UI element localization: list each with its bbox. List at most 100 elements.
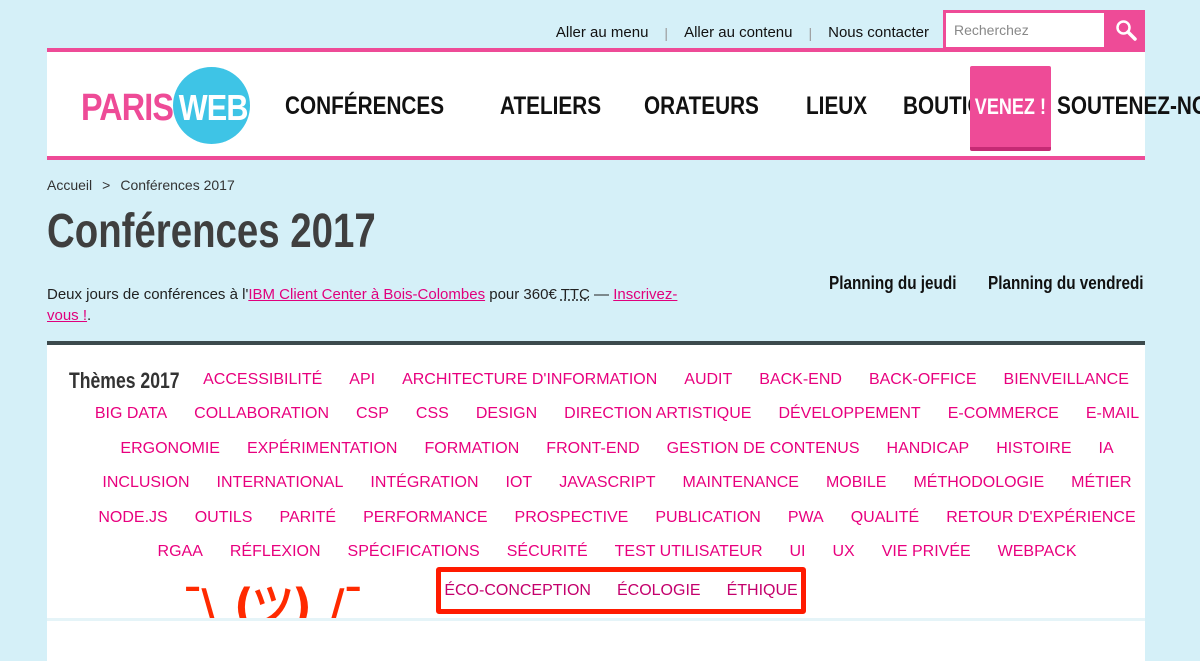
venez-button[interactable]: VENEZ ! <box>970 66 1051 151</box>
theme-tag[interactable]: SPÉCIFICATIONS <box>348 540 480 564</box>
breadcrumb-separator: > <box>102 177 111 193</box>
theme-tag[interactable]: HISTOIRE <box>996 437 1071 461</box>
theme-tag[interactable]: RETOUR D'EXPÉRIENCE <box>946 506 1135 530</box>
ttc-abbr: TTC <box>560 286 590 303</box>
themes-row: BIG DATA COLLABORATION CSP CSS DESIGN DIRECTI… <box>95 402 1139 436</box>
utility-separator: | <box>664 24 669 41</box>
theme-tag[interactable]: IA <box>1099 437 1114 461</box>
theme-tag[interactable]: DÉVELOPPEMENT <box>778 402 920 426</box>
theme-tag[interactable]: API <box>349 368 375 392</box>
theme-tag[interactable]: EXPÉRIMENTATION <box>247 437 398 461</box>
theme-tag[interactable]: INCLUSION <box>102 471 189 495</box>
theme-tag[interactable]: GESTION DE CONTENUS <box>667 437 860 461</box>
breadcrumb: Accueil > Conférences 2017 <box>47 177 235 193</box>
highlight-annotation-box: ÉCO-CONCEPTION ÉCOLOGIE ÉTHIQUE <box>436 567 806 614</box>
theme-tag-highlighted[interactable]: ÉTHIQUE <box>727 579 798 603</box>
theme-tag[interactable]: FRONT-END <box>546 437 639 461</box>
nav-item-lieux[interactable]: LIEUX <box>806 92 867 121</box>
theme-tag[interactable]: RÉFLEXION <box>230 540 321 564</box>
theme-tag[interactable]: OUTILS <box>195 506 253 530</box>
theme-tag-highlighted[interactable]: ÉCO-CONCEPTION <box>444 579 591 603</box>
themes-row: NODE.JS OUTILS PARITÉ PERFORMANCE PROSPECTIV… <box>98 506 1135 540</box>
theme-tag[interactable]: MAINTENANCE <box>683 471 799 495</box>
theme-tag[interactable]: BIG DATA <box>95 402 167 426</box>
content-bottom <box>47 618 1145 661</box>
breadcrumb-home-link[interactable]: Accueil <box>47 177 92 193</box>
theme-tag[interactable]: E-MAIL <box>1086 402 1139 426</box>
utility-separator: | <box>808 24 813 41</box>
theme-tag[interactable]: VIE PRIVÉE <box>882 540 971 564</box>
themes-list: ACCESSIBILITÉ API ARCHITECTURE D'INFORMATI… <box>95 368 1139 574</box>
theme-tag[interactable]: IOT <box>506 471 533 495</box>
venue-link[interactable]: IBM Client Center à Bois-Colombes <box>248 286 485 303</box>
theme-tag[interactable]: MÉTHODOLOGIE <box>913 471 1044 495</box>
nav-item-conferences[interactable]: CONFÉRENCES <box>285 92 444 121</box>
utility-bar: Aller au menu | Aller au contenu | Nous … <box>47 10 1145 50</box>
theme-tag[interactable]: RGAA <box>158 540 203 564</box>
skip-to-menu-link[interactable]: Aller au menu <box>556 24 649 41</box>
theme-tag[interactable]: BACK-END <box>759 368 842 392</box>
search-form <box>943 10 1145 50</box>
theme-tag[interactable]: CSS <box>416 402 449 426</box>
theme-tag[interactable]: DIRECTION ARTISTIQUE <box>564 402 751 426</box>
theme-tag[interactable]: BIENVEILLANCE <box>1004 368 1129 392</box>
theme-tag[interactable]: PERFORMANCE <box>363 506 487 530</box>
nav-item-soutenez-nous[interactable]: SOUTENEZ-NOUS <box>1057 92 1200 121</box>
site-header: PARIS WEB CONFÉRENCES ATELIERS ORATEURS … <box>47 48 1200 160</box>
logo-text-paris: PARIS <box>81 87 174 129</box>
paris-web-logo[interactable]: PARIS WEB <box>81 65 251 145</box>
theme-tag[interactable]: ACCESSIBILITÉ <box>203 368 322 392</box>
theme-tag[interactable]: E-COMMERCE <box>948 402 1059 426</box>
themes-panel: Thèmes 2017 ACCESSIBILITÉ API ARCHITECTURE… <box>47 341 1145 633</box>
intro-suffix: . <box>87 307 92 324</box>
theme-tag[interactable]: QUALITÉ <box>851 506 919 530</box>
theme-tag[interactable]: DESIGN <box>476 402 537 426</box>
theme-tag[interactable]: SÉCURITÉ <box>507 540 588 564</box>
theme-tag[interactable]: PUBLICATION <box>655 506 761 530</box>
utility-links: Aller au menu | Aller au contenu | Nous … <box>556 24 929 41</box>
theme-tag[interactable]: INTERNATIONAL <box>217 471 344 495</box>
planning-thursday-link[interactable]: Planning du jeudi <box>829 273 957 294</box>
theme-tag[interactable]: PROSPECTIVE <box>515 506 629 530</box>
nav-item-orateurs[interactable]: ORATEURS <box>644 92 759 121</box>
theme-tag[interactable]: HANDICAP <box>887 437 970 461</box>
main-nav: CONFÉRENCES ATELIERS ORATEURS LIEUX BOUT… <box>285 92 1200 121</box>
logo-text-web: WEB <box>178 87 249 128</box>
themes-row: INCLUSION INTERNATIONAL INTÉGRATION IOT JAVA… <box>102 471 1131 505</box>
theme-tag[interactable]: JAVASCRIPT <box>559 471 655 495</box>
theme-tag[interactable]: CSP <box>356 402 389 426</box>
theme-tag[interactable]: MOBILE <box>826 471 886 495</box>
contact-link[interactable]: Nous contacter <box>828 24 929 41</box>
theme-tag[interactable]: UI <box>790 540 806 564</box>
breadcrumb-current: Conférences 2017 <box>120 177 235 193</box>
venez-button-label: VENEZ ! <box>974 93 1047 119</box>
themes-row: ERGONOMIE EXPÉRIMENTATION FORMATION FRONT-E… <box>117 437 1117 471</box>
intro-text: Deux jours de conférences à l'IBM Client… <box>47 284 697 326</box>
highlighted-themes: ÉCO-CONCEPTION ÉCOLOGIE ÉTHIQUE <box>441 572 801 609</box>
theme-tag[interactable]: TEST UTILISATEUR <box>615 540 763 564</box>
page-title: Conférences 2017 <box>47 205 376 258</box>
search-input[interactable] <box>946 13 1104 47</box>
theme-tag[interactable]: ERGONOMIE <box>120 437 220 461</box>
intro-dash: — <box>589 286 614 303</box>
theme-tag[interactable]: ARCHITECTURE D'INFORMATION <box>402 368 657 392</box>
theme-tag-highlighted[interactable]: ÉCOLOGIE <box>617 579 701 603</box>
theme-tag[interactable]: UX <box>833 540 855 564</box>
search-button[interactable] <box>1107 10 1145 50</box>
theme-tag[interactable]: AUDIT <box>684 368 732 392</box>
theme-tag[interactable]: INTÉGRATION <box>370 471 478 495</box>
theme-tag[interactable]: NODE.JS <box>98 506 167 530</box>
planning-friday-link[interactable]: Planning du vendredi <box>988 273 1144 294</box>
theme-tag[interactable]: BACK-OFFICE <box>869 368 977 392</box>
intro-prefix: Deux jours de conférences à l' <box>47 286 249 303</box>
theme-tag[interactable]: COLLABORATION <box>194 402 329 426</box>
theme-tag[interactable]: PARITÉ <box>279 506 336 530</box>
search-icon <box>1116 20 1137 41</box>
skip-to-content-link[interactable]: Aller au contenu <box>684 24 792 41</box>
theme-tag[interactable]: FORMATION <box>424 437 519 461</box>
nav-item-ateliers[interactable]: ATELIERS <box>500 92 601 121</box>
theme-tag[interactable]: WEBPACK <box>998 540 1077 564</box>
theme-tag[interactable]: MÉTIER <box>1071 471 1131 495</box>
theme-tag[interactable]: PWA <box>788 506 824 530</box>
intro-middle: pour 360€ <box>485 286 561 303</box>
